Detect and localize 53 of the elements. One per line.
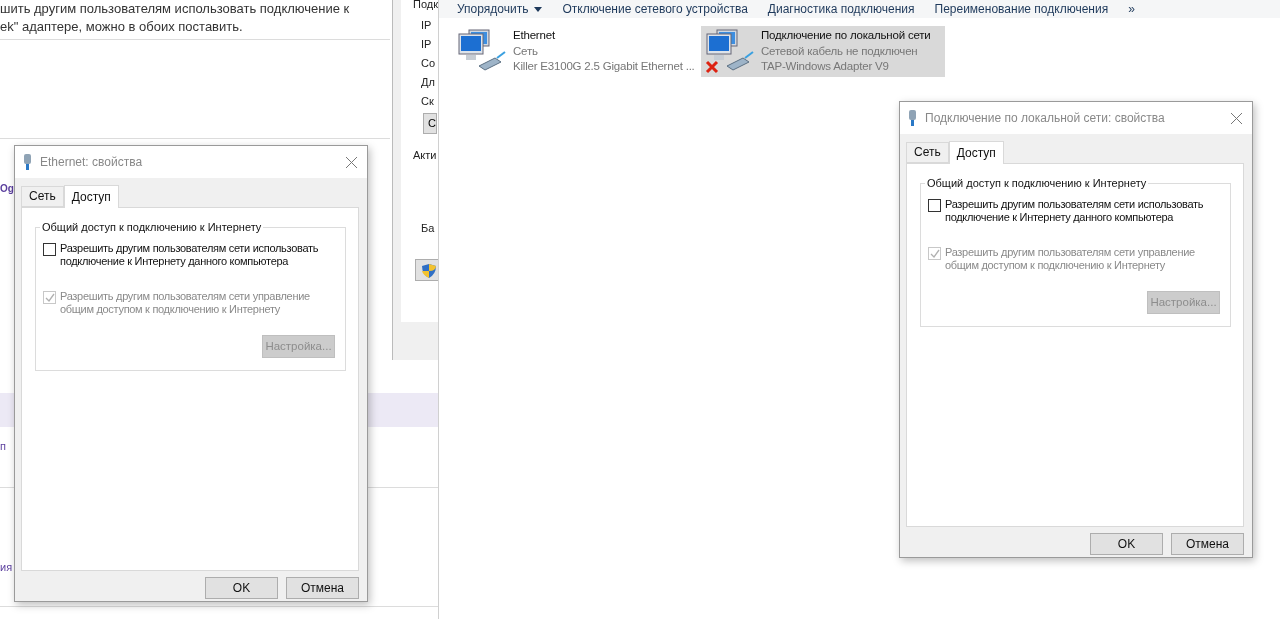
shield-icon [421, 263, 437, 279]
close-icon[interactable] [346, 156, 357, 168]
plug-icon [908, 110, 917, 126]
window-title: Ethernet: свойства [40, 155, 144, 169]
toolbar-command[interactable]: Диагностика подключения [757, 0, 925, 18]
page-text: ek" адаптере, можно в обоих поставить. [0, 18, 243, 36]
tab[interactable]: Сеть [906, 142, 949, 163]
field-label: Co [421, 57, 436, 69]
details-button[interactable]: С [423, 113, 437, 134]
tab[interactable]: Сеть [21, 186, 64, 207]
field-label: Дл [421, 76, 435, 88]
group-title: Общий доступ к подключению к Интернету [41, 221, 263, 233]
field-label: Подк [413, 0, 438, 10]
adapter-name: TAP-Windows Adapter V9 [761, 59, 890, 74]
close-icon[interactable] [1231, 112, 1242, 124]
connection-item[interactable]: Ethernet Сеть Killer E3100G 2.5 Gigabit Ethernet ... [453, 26, 693, 77]
overflow-button[interactable]: » [1118, 0, 1145, 18]
connection-status: Сеть [513, 43, 539, 59]
connection-name: Подключение по локальной сети [761, 28, 931, 43]
adapter-name: Killer E3100G 2.5 Gigabit Ethernet ... [513, 59, 695, 74]
group-title: Общий доступ к подключению к Интернету [926, 177, 1148, 189]
tab[interactable]: Доступ [63, 185, 119, 208]
toolbar-command[interactable]: Отключение сетевого устройства [552, 0, 758, 18]
field-label: IP [421, 38, 432, 50]
toolbar-command[interactable]: Переименование подключения [924, 0, 1119, 18]
field-label: Ба [421, 222, 435, 234]
tab[interactable]: Доступ [948, 141, 1004, 164]
link-text[interactable]: п [0, 440, 6, 452]
cancel-button[interactable]: Отмена [1171, 533, 1244, 555]
heading-text: Og [0, 183, 14, 194]
checkbox[interactable] [43, 243, 56, 256]
page-text: шить другим пользователям использовать подключение к [0, 0, 350, 18]
organize-menu[interactable]: Упорядочить [447, 0, 553, 18]
window-title: Подключение по локальной сети: свойства [925, 111, 1166, 125]
disconnected-network-icon [705, 28, 755, 74]
checkbox-label: Разрешить другим пользователям сети использовать подключение к Интернету данного компьютера [945, 198, 1205, 224]
checkbox-label: Разрешить другим пользователям сети управление общим доступом к подключению к Интернету [945, 246, 1196, 272]
plug-icon [23, 154, 32, 170]
section-label: Акти [413, 149, 437, 161]
admin-button[interactable] [415, 259, 439, 281]
connection-status: Сетевой кабель не подключен [761, 43, 919, 59]
cancel-button[interactable]: Отмена [286, 577, 359, 599]
checkbox-label: Разрешить другим пользователям сети использовать подключение к Интернету данного компьютера [60, 242, 320, 268]
connection-name: Ethernet [513, 28, 556, 43]
field-label: Ск [421, 95, 434, 107]
checkbox-label: Разрешить другим пользователям сети управление общим доступом к подключению к Интернету [60, 290, 311, 316]
checkbox[interactable] [928, 199, 941, 212]
field-label: IP [421, 19, 432, 31]
ok-button[interactable]: OK [205, 577, 278, 599]
link-text[interactable]: ия [0, 561, 13, 573]
connection-item[interactable]: Подключение по локальной сети Сетевой кабель не подключен TAP-Windows Adapter V9 [701, 26, 945, 77]
ok-button[interactable]: OK [1090, 533, 1163, 555]
caret-icon [534, 6, 543, 12]
